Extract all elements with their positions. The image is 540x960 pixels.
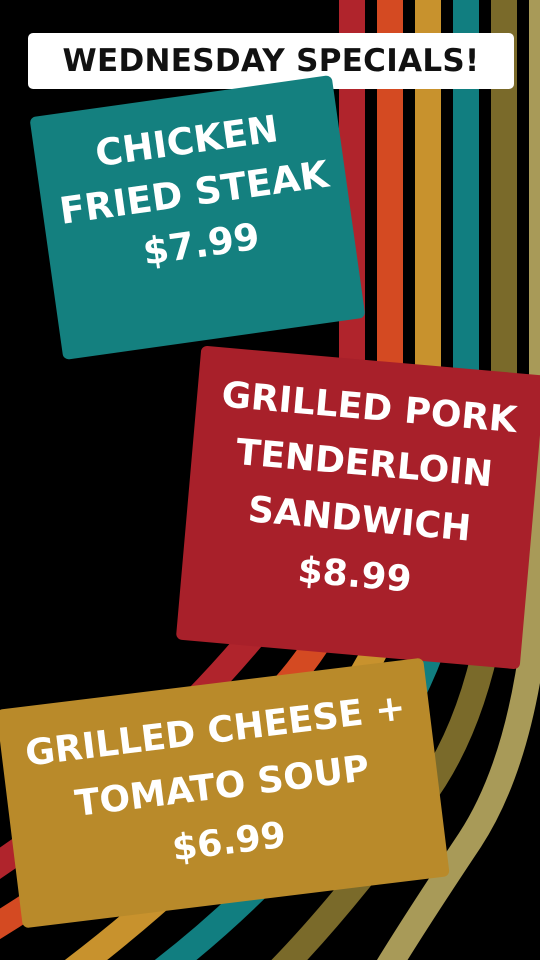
title-banner: WEDNESDAY SPECIALS! [28, 33, 514, 89]
page-title: WEDNESDAY SPECIALS! [62, 43, 480, 79]
special-card-grilled-pork-tenderloin: GRILLED PORK TENDERLOIN SANDWICH $8.99 [175, 345, 540, 670]
specials-graphic: WEDNESDAY SPECIALS! CHICKEN FRIED STEAK … [0, 0, 540, 960]
special-card-chicken-fried-steak: CHICKEN FRIED STEAK $7.99 [29, 74, 366, 361]
